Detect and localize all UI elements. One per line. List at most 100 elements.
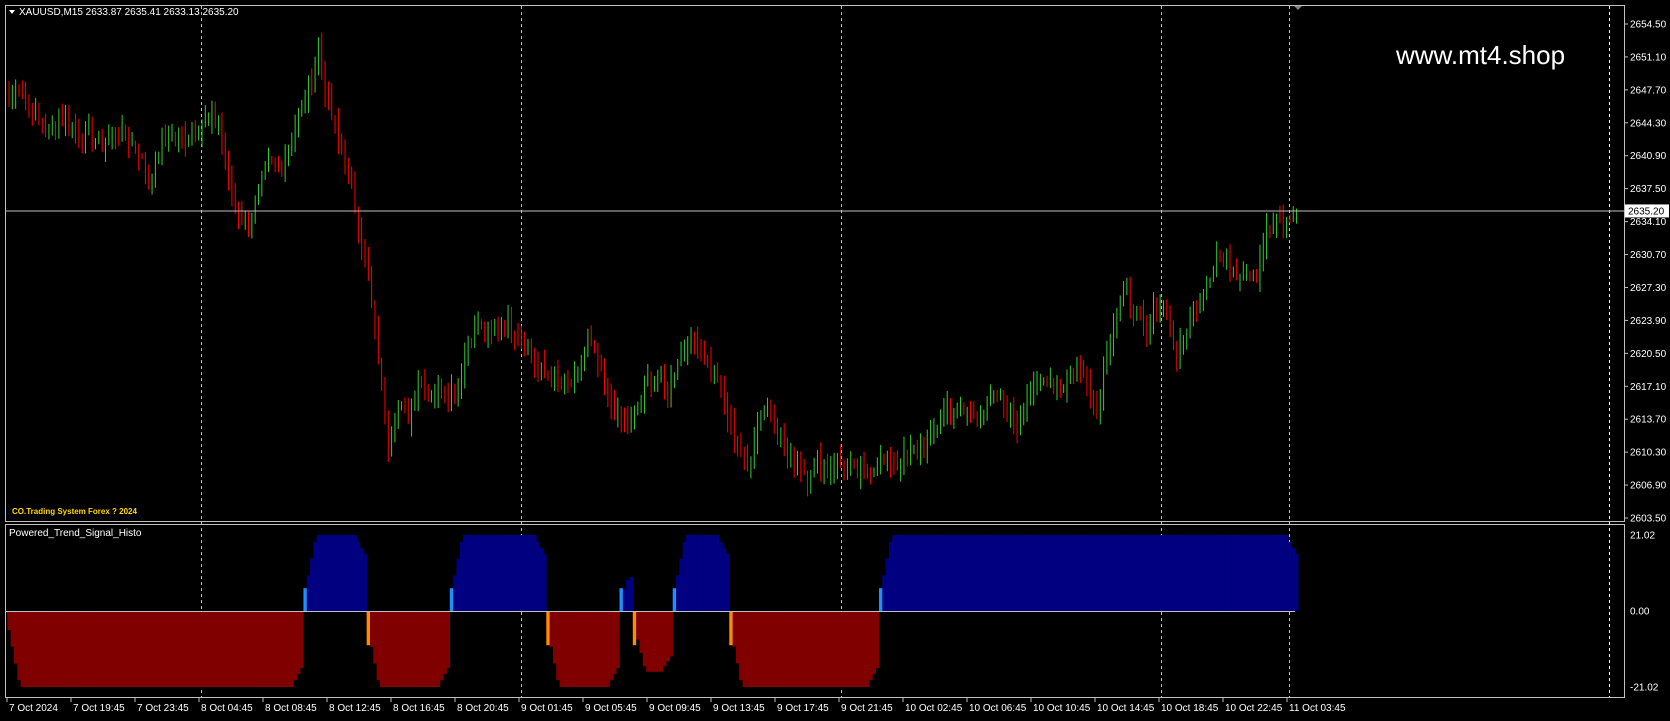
time-tick-label: 10 Oct 02:45 (905, 703, 963, 714)
histogram-bar (1185, 535, 1189, 611)
histogram-bar (1231, 535, 1236, 611)
time-tick-label: 9 Oct 21:45 (841, 703, 893, 714)
histogram-bar (789, 611, 793, 687)
histogram-bar (1175, 535, 1179, 611)
histogram-bar (1258, 535, 1262, 611)
histogram-bar (719, 541, 723, 611)
histogram-bar (350, 535, 354, 611)
histogram-bar (23, 611, 28, 687)
histogram-bar (552, 611, 557, 664)
histogram-bar (965, 535, 970, 611)
histogram-bar (1002, 535, 1006, 611)
histogram-bar (742, 611, 747, 687)
histogram-bar (539, 547, 544, 611)
histogram-bar (676, 575, 680, 611)
histogram-bar (263, 611, 268, 687)
price-tick-label: 2644.30 (1630, 118, 1667, 129)
histogram-bar (975, 535, 980, 611)
histogram-bar (536, 541, 540, 611)
histogram-bar (147, 611, 151, 687)
histogram-bar (373, 611, 377, 664)
histogram-bar (935, 535, 940, 611)
histogram-bar (443, 611, 447, 675)
price-tick-label: 2623.90 (1630, 316, 1667, 327)
histogram-bar (163, 611, 168, 687)
histogram-bar (762, 611, 767, 687)
histogram-bar (513, 535, 517, 611)
price-tick-label: 2640.90 (1630, 151, 1667, 162)
histogram-bar (30, 611, 35, 687)
sell-signal-bar (366, 611, 370, 646)
histogram-bar (523, 535, 527, 611)
histogram-bar (885, 558, 890, 611)
histogram-bar (1115, 535, 1119, 611)
histogram-bar (210, 611, 214, 687)
histogram-bar (1005, 535, 1010, 611)
histogram-bar (433, 611, 437, 687)
price-tick-label: 2627.30 (1630, 283, 1667, 294)
histogram-bar (283, 611, 288, 687)
histogram-bar (819, 611, 823, 687)
histogram-bar (1052, 535, 1056, 611)
histogram-bar (409, 611, 414, 687)
histogram-bar (722, 547, 727, 611)
histogram-bar (795, 611, 800, 687)
histogram-bar (1284, 535, 1289, 611)
histogram-bar (1098, 535, 1103, 611)
histogram-bar (320, 535, 324, 611)
histogram-bar (506, 535, 511, 611)
histogram-bar (829, 611, 833, 687)
histogram-bar (992, 535, 996, 611)
histogram-bar (113, 611, 118, 687)
histogram-bar (888, 541, 893, 611)
histogram-bar (143, 611, 148, 687)
histogram-bar (912, 535, 916, 611)
histogram-bar (1201, 535, 1206, 611)
histogram-bar (1155, 535, 1159, 611)
histogram-bar (715, 535, 720, 611)
histogram-bar (167, 611, 171, 687)
histogram-bar (882, 575, 886, 611)
histogram-bar (1181, 535, 1186, 611)
histogram-bar (1271, 535, 1276, 611)
histogram-bar (1191, 535, 1196, 611)
histogram-bar (1045, 535, 1049, 611)
histogram-bar (220, 611, 224, 687)
histogram-bar (493, 535, 497, 611)
watermark-text: www.mt4.shop (1395, 40, 1565, 70)
histogram-bar (549, 611, 554, 647)
histogram-bar (1234, 535, 1239, 611)
histogram-bar (403, 611, 407, 687)
buy-signal-bar (449, 588, 454, 611)
histogram-bar (1065, 535, 1069, 611)
histogram-bar (1058, 535, 1063, 611)
histogram-bar (170, 611, 174, 687)
histogram-bar (1211, 535, 1216, 611)
histogram-bar (1198, 535, 1203, 611)
histogram-bar (290, 611, 294, 687)
histogram-bar (562, 611, 567, 687)
histogram-bar (406, 611, 411, 687)
price-tick-label: 2620.50 (1630, 349, 1667, 360)
mt4-chart-window[interactable]: 2654.50 2651.10 2647.70 2644.30 2640.90 2637.… (0, 0, 1670, 721)
histogram-bar (938, 535, 943, 611)
histogram-bar (679, 558, 684, 611)
histogram-bar (496, 535, 501, 611)
histogram-bar (922, 535, 926, 611)
histogram-bar (190, 611, 194, 687)
histogram-bar (652, 611, 657, 672)
histogram-bar (1268, 535, 1272, 611)
buy-signal-bar (879, 588, 883, 611)
histogram-bar (925, 535, 930, 611)
histogram-bar (57, 611, 61, 687)
histogram-bar (7, 611, 11, 630)
histogram-bar (193, 611, 198, 687)
histogram-bar (416, 611, 421, 687)
histogram-bar (775, 611, 780, 687)
histogram-bar (63, 611, 68, 687)
histogram-bar (799, 611, 803, 687)
histogram-bar (696, 535, 700, 611)
histogram-bar (150, 611, 155, 687)
histogram-bar (173, 611, 178, 687)
histogram-bar (1261, 535, 1266, 611)
